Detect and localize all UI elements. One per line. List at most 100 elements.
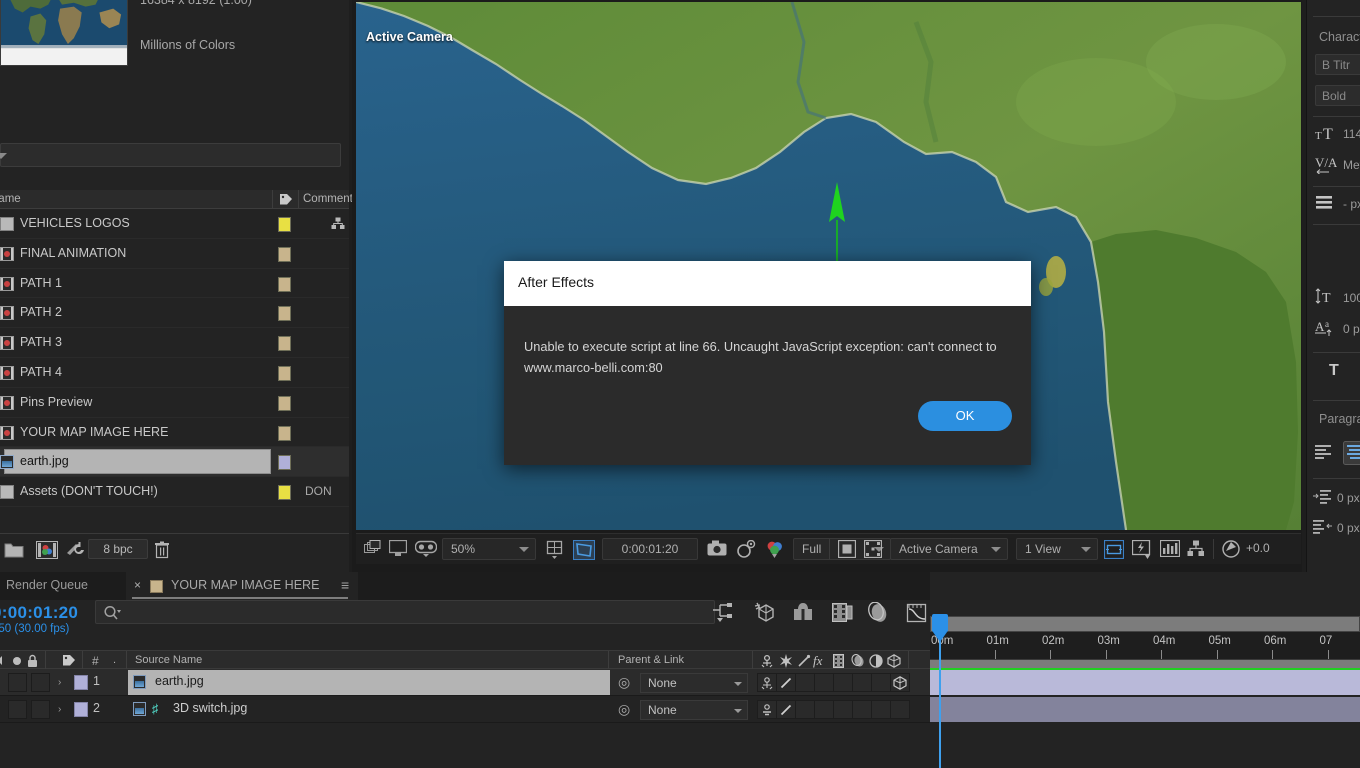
label-color-swatch[interactable] xyxy=(278,336,291,352)
reset-exposure-icon[interactable] xyxy=(1222,540,1240,558)
layer-switch-quality-icon[interactable] xyxy=(776,700,796,719)
label-color-swatch[interactable] xyxy=(278,395,291,411)
label-color-swatch[interactable] xyxy=(278,365,291,381)
graph-editor-icon[interactable] xyxy=(906,602,928,623)
label-color-swatch[interactable] xyxy=(278,455,291,471)
draft-3d-icon[interactable] xyxy=(752,602,776,623)
layer-switch-quality-icon[interactable] xyxy=(776,673,796,692)
layer-duration-bar[interactable] xyxy=(930,670,1360,695)
project-item-row[interactable]: VEHICLES LOGOS xyxy=(0,209,349,239)
video-toggle[interactable] xyxy=(8,673,27,692)
expand-collapse-icon[interactable]: › xyxy=(58,704,61,715)
audio-toggle[interactable] xyxy=(31,700,50,719)
layer-switch-effects-icon[interactable] xyxy=(795,700,815,719)
show-channel-icon[interactable] xyxy=(765,540,785,559)
frame-blending-icon[interactable] xyxy=(831,602,853,623)
new-folder-icon[interactable] xyxy=(4,541,24,558)
layer-label-swatch[interactable] xyxy=(74,675,88,690)
layer-switch-fx-icon[interactable] xyxy=(814,700,834,719)
project-search-input[interactable] xyxy=(0,143,341,167)
layer-switch-fx-icon[interactable] xyxy=(814,673,834,692)
project-item-row[interactable]: PATH 1 xyxy=(0,268,349,299)
layer-switch-adjustment-layer-icon[interactable] xyxy=(871,673,891,692)
leading-value[interactable]: 100 xyxy=(1343,291,1360,305)
view-layout-dropdown[interactable]: 1 View xyxy=(1016,538,1098,560)
project-item-row[interactable]: YOUR MAP IMAGE HERE xyxy=(0,417,349,448)
indent-left-value[interactable]: 0 px xyxy=(1337,491,1360,505)
camera-view-dropdown[interactable]: Active Camera xyxy=(890,538,1008,560)
faux-bold-button[interactable]: T xyxy=(1329,362,1339,380)
parent-pickwhip-icon[interactable]: ◎ xyxy=(618,674,630,691)
toggle-transparency-grid-icon[interactable] xyxy=(838,540,856,558)
project-settings-icon[interactable] xyxy=(66,541,86,559)
toggle-mask-paths-icon[interactable] xyxy=(864,540,882,558)
audio-toggle[interactable] xyxy=(31,673,50,692)
layer-switch-3d-layer-icon[interactable] xyxy=(890,700,910,719)
region-of-interest-icon[interactable] xyxy=(573,540,595,560)
project-item-row[interactable]: Pins Preview xyxy=(0,387,349,418)
label-color-swatch[interactable] xyxy=(278,276,291,292)
timeline-search-input[interactable] xyxy=(95,600,715,624)
baseline-shift-value[interactable]: 0 px xyxy=(1343,322,1360,336)
close-icon[interactable]: × xyxy=(134,578,141,592)
hide-shy-layers-icon[interactable] xyxy=(792,602,814,622)
show-snapshot-icon[interactable] xyxy=(736,540,756,558)
vr-view-icon[interactable] xyxy=(415,540,437,557)
font-size-value[interactable]: 114 xyxy=(1343,127,1360,141)
ok-button[interactable]: OK xyxy=(918,401,1012,431)
magnification-dropdown[interactable]: 50% xyxy=(442,538,536,560)
project-item-row[interactable]: PATH 2 xyxy=(0,298,349,329)
project-item-row[interactable]: earth.jpg xyxy=(0,447,349,478)
project-item-row[interactable]: FINAL ANIMATION xyxy=(0,238,349,269)
layer-switch-3d-layer-icon[interactable] xyxy=(890,673,910,692)
parent-dropdown[interactable]: None xyxy=(640,673,748,693)
parent-pickwhip-icon[interactable]: ◎ xyxy=(618,701,630,718)
kerning-value[interactable]: Metrics xyxy=(1343,158,1360,172)
viewer-timecode[interactable]: 0:00:01:20 xyxy=(602,538,698,560)
project-item-row[interactable]: PATH 4 xyxy=(0,357,349,388)
font-family-field[interactable]: B Titr xyxy=(1315,54,1360,75)
timeline-current-time[interactable]: 0:00:01:20 xyxy=(0,603,78,623)
new-composition-icon[interactable] xyxy=(36,541,58,559)
playhead-handle[interactable] xyxy=(932,614,948,632)
column-comment[interactable]: Comment xyxy=(303,193,353,205)
tab-render-queue[interactable]: Render Queue xyxy=(6,578,88,592)
pixel-aspect-correction-icon[interactable] xyxy=(1104,540,1124,559)
layer-label-swatch[interactable] xyxy=(74,702,88,717)
layer-switch-frame-blend-icon[interactable] xyxy=(833,700,853,719)
align-center-icon[interactable] xyxy=(1343,441,1360,465)
parent-dropdown[interactable]: None xyxy=(640,700,748,720)
layer-switch-frame-blend-icon[interactable] xyxy=(833,673,853,692)
label-color-swatch[interactable] xyxy=(278,246,291,262)
project-item-row[interactable]: PATH 3 xyxy=(0,328,349,358)
timeline-ruler[interactable]: 00m 01m 02m 03m 04m 05m 06m 07 xyxy=(930,632,1360,660)
timeline-navigator-bar[interactable] xyxy=(930,616,1360,632)
choose-grid-guide-icon[interactable] xyxy=(546,540,565,559)
trash-icon[interactable] xyxy=(154,541,170,559)
label-color-swatch[interactable] xyxy=(278,217,291,232)
composition-mini-flowchart-icon[interactable] xyxy=(712,602,734,622)
indent-right-value[interactable]: 0 px xyxy=(1337,521,1360,535)
layer-switch-anchor-point-icon[interactable] xyxy=(757,673,777,692)
timeline-layer-row[interactable]: › 2 ♯ 3D switch.jpg ◎ None xyxy=(0,696,930,723)
label-color-swatch[interactable] xyxy=(278,425,291,441)
label-color-swatch[interactable] xyxy=(278,485,291,501)
tab-your-map-image-here[interactable]: × YOUR MAP IMAGE HERE ≡ xyxy=(126,572,358,600)
main-viewer-icon[interactable] xyxy=(389,540,407,557)
layer-duration-bar[interactable] xyxy=(930,697,1360,722)
exposure-value[interactable]: +0.0 xyxy=(1246,538,1270,560)
column-source-name[interactable]: Source Name xyxy=(135,654,202,666)
always-preview-this-view-icon[interactable] xyxy=(364,540,381,557)
take-snapshot-icon[interactable] xyxy=(707,540,727,556)
fast-previews-icon[interactable] xyxy=(1132,540,1152,559)
motion-blur-icon[interactable] xyxy=(867,602,889,623)
flowchart-view-icon[interactable] xyxy=(1187,540,1205,557)
stroke-width-value[interactable]: - px xyxy=(1343,197,1360,211)
label-color-swatch[interactable] xyxy=(278,306,291,322)
expand-collapse-icon[interactable]: › xyxy=(58,677,61,688)
column-parent-and-link[interactable]: Parent & Link xyxy=(618,654,684,666)
timeline-layer-row[interactable]: › 1 earth.jpg ◎ None xyxy=(0,669,930,696)
comp-flowchart-icon[interactable] xyxy=(1160,540,1180,557)
layer-switch-effects-icon[interactable] xyxy=(795,673,815,692)
project-item-row[interactable]: Assets (DON'T TOUCH!) DON xyxy=(0,477,349,507)
